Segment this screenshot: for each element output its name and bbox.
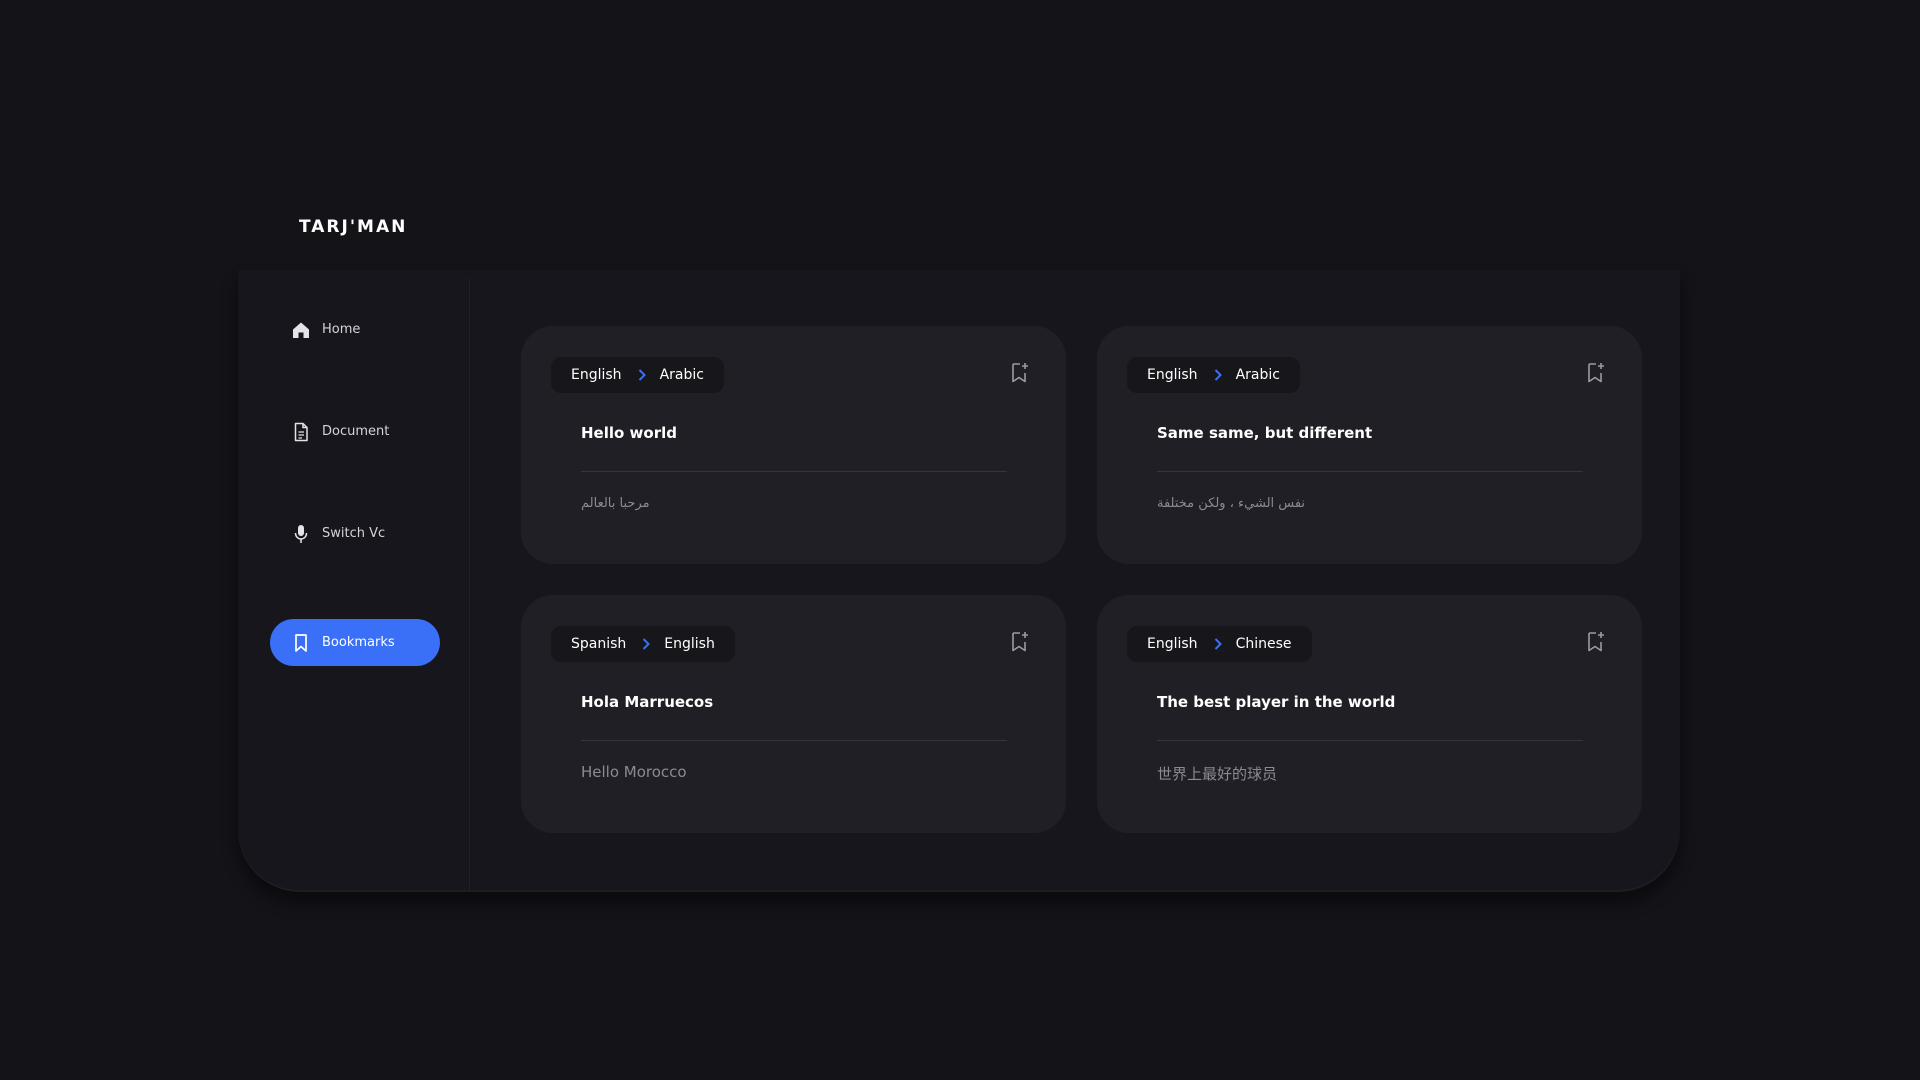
translated-text: نفس الشيء ، ولكن مختلفة (1157, 496, 1306, 511)
divider (1157, 740, 1583, 741)
document-icon (291, 422, 311, 442)
target-language: Chinese (1235, 636, 1292, 652)
translated-text: مرحبا بالعالم (581, 496, 650, 511)
language-pair[interactable]: English Chinese (1127, 626, 1312, 662)
language-pair[interactable]: Spanish English (551, 626, 735, 662)
sidebar-item-label: Home (322, 322, 361, 337)
sidebar-item-label: Switch Vc (322, 526, 386, 541)
home-icon (291, 320, 311, 340)
bookmark-icon (291, 633, 311, 653)
bookmark-button[interactable] (1586, 631, 1606, 653)
sidebar-item-bookmarks[interactable]: Bookmarks (270, 619, 440, 666)
bookmark-button[interactable] (1010, 631, 1030, 653)
bookmark-add-icon (1588, 363, 1604, 383)
source-language: English (1147, 367, 1198, 383)
bookmark-button[interactable] (1586, 362, 1606, 384)
chevron-right-icon (642, 638, 651, 650)
chevron-right-icon (1214, 638, 1222, 650)
divider (581, 740, 1007, 741)
target-language: Arabic (1235, 367, 1280, 383)
sidebar-item-document[interactable]: Document (270, 408, 440, 455)
translated-text: 世界上最好的球员 (1157, 765, 1278, 783)
source-text: Same same, but different (1157, 424, 1373, 442)
language-pair[interactable]: English Arabic (1127, 357, 1300, 393)
sidebar-item-switch-voice[interactable]: Switch Vc (270, 510, 440, 557)
sidebar-item-label: Bookmarks (322, 635, 395, 650)
target-language: English (664, 636, 715, 652)
translation-card: Spanish English Hola Marruecos Hello Mor… (521, 595, 1066, 833)
translation-card: English Arabic Same same, but different … (1097, 326, 1642, 564)
source-text: Hello world (581, 424, 677, 442)
source-text: The best player in the world (1157, 693, 1396, 711)
source-text: Hola Marruecos (581, 693, 714, 711)
bookmark-add-icon (1012, 363, 1028, 383)
translation-card: English Chinese The best player in the w… (1097, 595, 1642, 833)
chevron-right-icon (1214, 369, 1222, 381)
language-pair[interactable]: English Arabic (551, 357, 724, 393)
divider (581, 471, 1007, 472)
chevron-right-icon (638, 369, 646, 381)
sidebar-item-home[interactable]: Home (270, 306, 440, 353)
sidebar-item-label: Document (322, 424, 390, 439)
bookmark-add-icon (1588, 632, 1604, 652)
sidebar: Home Document Switch Vc Bookmarks (238, 278, 470, 892)
app-logo: TARJ'MAN (299, 217, 408, 237)
microphone-icon (291, 524, 311, 544)
target-language: Arabic (659, 367, 704, 383)
bookmark-add-icon (1012, 632, 1028, 652)
source-language: Spanish (571, 636, 627, 652)
translation-card: English Arabic Hello world مرحبا بالعالم (521, 326, 1066, 564)
source-language: English (571, 367, 622, 383)
bookmark-button[interactable] (1010, 362, 1030, 384)
divider (1157, 471, 1583, 472)
source-language: English (1147, 636, 1198, 652)
translated-text: Hello Morocco (581, 763, 687, 781)
